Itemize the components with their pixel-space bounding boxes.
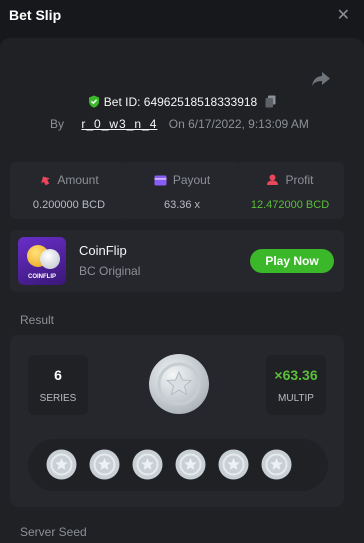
series-value: 6	[54, 367, 62, 383]
copy-icon[interactable]	[265, 95, 276, 108]
series-coin-icon	[175, 449, 206, 480]
on-label: On	[168, 117, 185, 131]
amount-card: Amount 0.200000 BCD	[10, 162, 128, 219]
game-name: CoinFlip	[79, 243, 127, 258]
series-label: SERIES	[39, 393, 77, 404]
amount-value: 0.200000 BCD	[32, 199, 106, 211]
username-link[interactable]: r_0_w3_n_4	[81, 117, 157, 131]
close-icon[interactable]: ✕	[337, 5, 350, 25]
silver-coin-icon	[40, 249, 60, 269]
thumbnail-logo-text: COINFLIP	[28, 274, 56, 280]
result-heading: Result	[20, 313, 55, 327]
coinflip-thumbnail[interactable]: COINFLIP	[18, 237, 66, 285]
series-coin-icon	[46, 449, 77, 480]
profit-label: Profit	[285, 173, 314, 187]
share-icon[interactable]	[311, 70, 331, 88]
series-coin-icon	[132, 449, 163, 480]
game-subtitle: BC Original	[79, 264, 141, 278]
server-seed-heading: Server Seed	[20, 525, 87, 539]
silver-star-coin-icon	[149, 354, 209, 414]
multiplier-box: ×63.36 MULTIP	[266, 355, 326, 415]
by-label: By	[50, 117, 65, 131]
result-panel: 6 SERIES ×63.36 MULTIP	[10, 335, 344, 507]
profit-icon	[267, 174, 279, 185]
series-box: 6 SERIES	[28, 355, 88, 415]
series-coin-icon	[218, 449, 249, 480]
payout-label: Payout	[172, 173, 211, 187]
amount-label: Amount	[57, 173, 99, 187]
game-card: COINFLIP CoinFlip BC Original Play Now	[10, 230, 344, 292]
series-coin-icon	[89, 449, 120, 480]
multiplier-label: MULTIP	[278, 393, 314, 404]
wallet-icon	[154, 175, 167, 185]
bet-datetime: 6/17/2022, 9:13:09 AM	[188, 117, 309, 131]
payout-value: 63.36 x	[163, 199, 201, 211]
profit-card: Profit 12.472000 BCD	[236, 162, 344, 219]
payout-card: Payout 63.36 x	[123, 162, 241, 219]
series-coin-icon	[261, 449, 292, 480]
shield-check-icon	[89, 95, 100, 108]
play-now-button[interactable]: Play Now	[250, 249, 334, 273]
coin-series-track	[28, 439, 328, 491]
bet-slip-header: Bet Slip ✕	[0, 0, 364, 30]
bet-owner-row: By r_0_w3_n_4 On 6/17/2022, 9:13:09 AM	[50, 117, 309, 131]
amount-icon	[41, 176, 51, 186]
bet-id: Bet ID: 64962518518333918	[103, 95, 258, 109]
bet-id-row: Bet ID: 64962518518333918	[0, 95, 364, 109]
page-title: Bet Slip	[9, 7, 62, 23]
multiplier-value: ×63.36	[274, 367, 318, 383]
profit-value: 12.472000 BCD	[250, 199, 330, 211]
